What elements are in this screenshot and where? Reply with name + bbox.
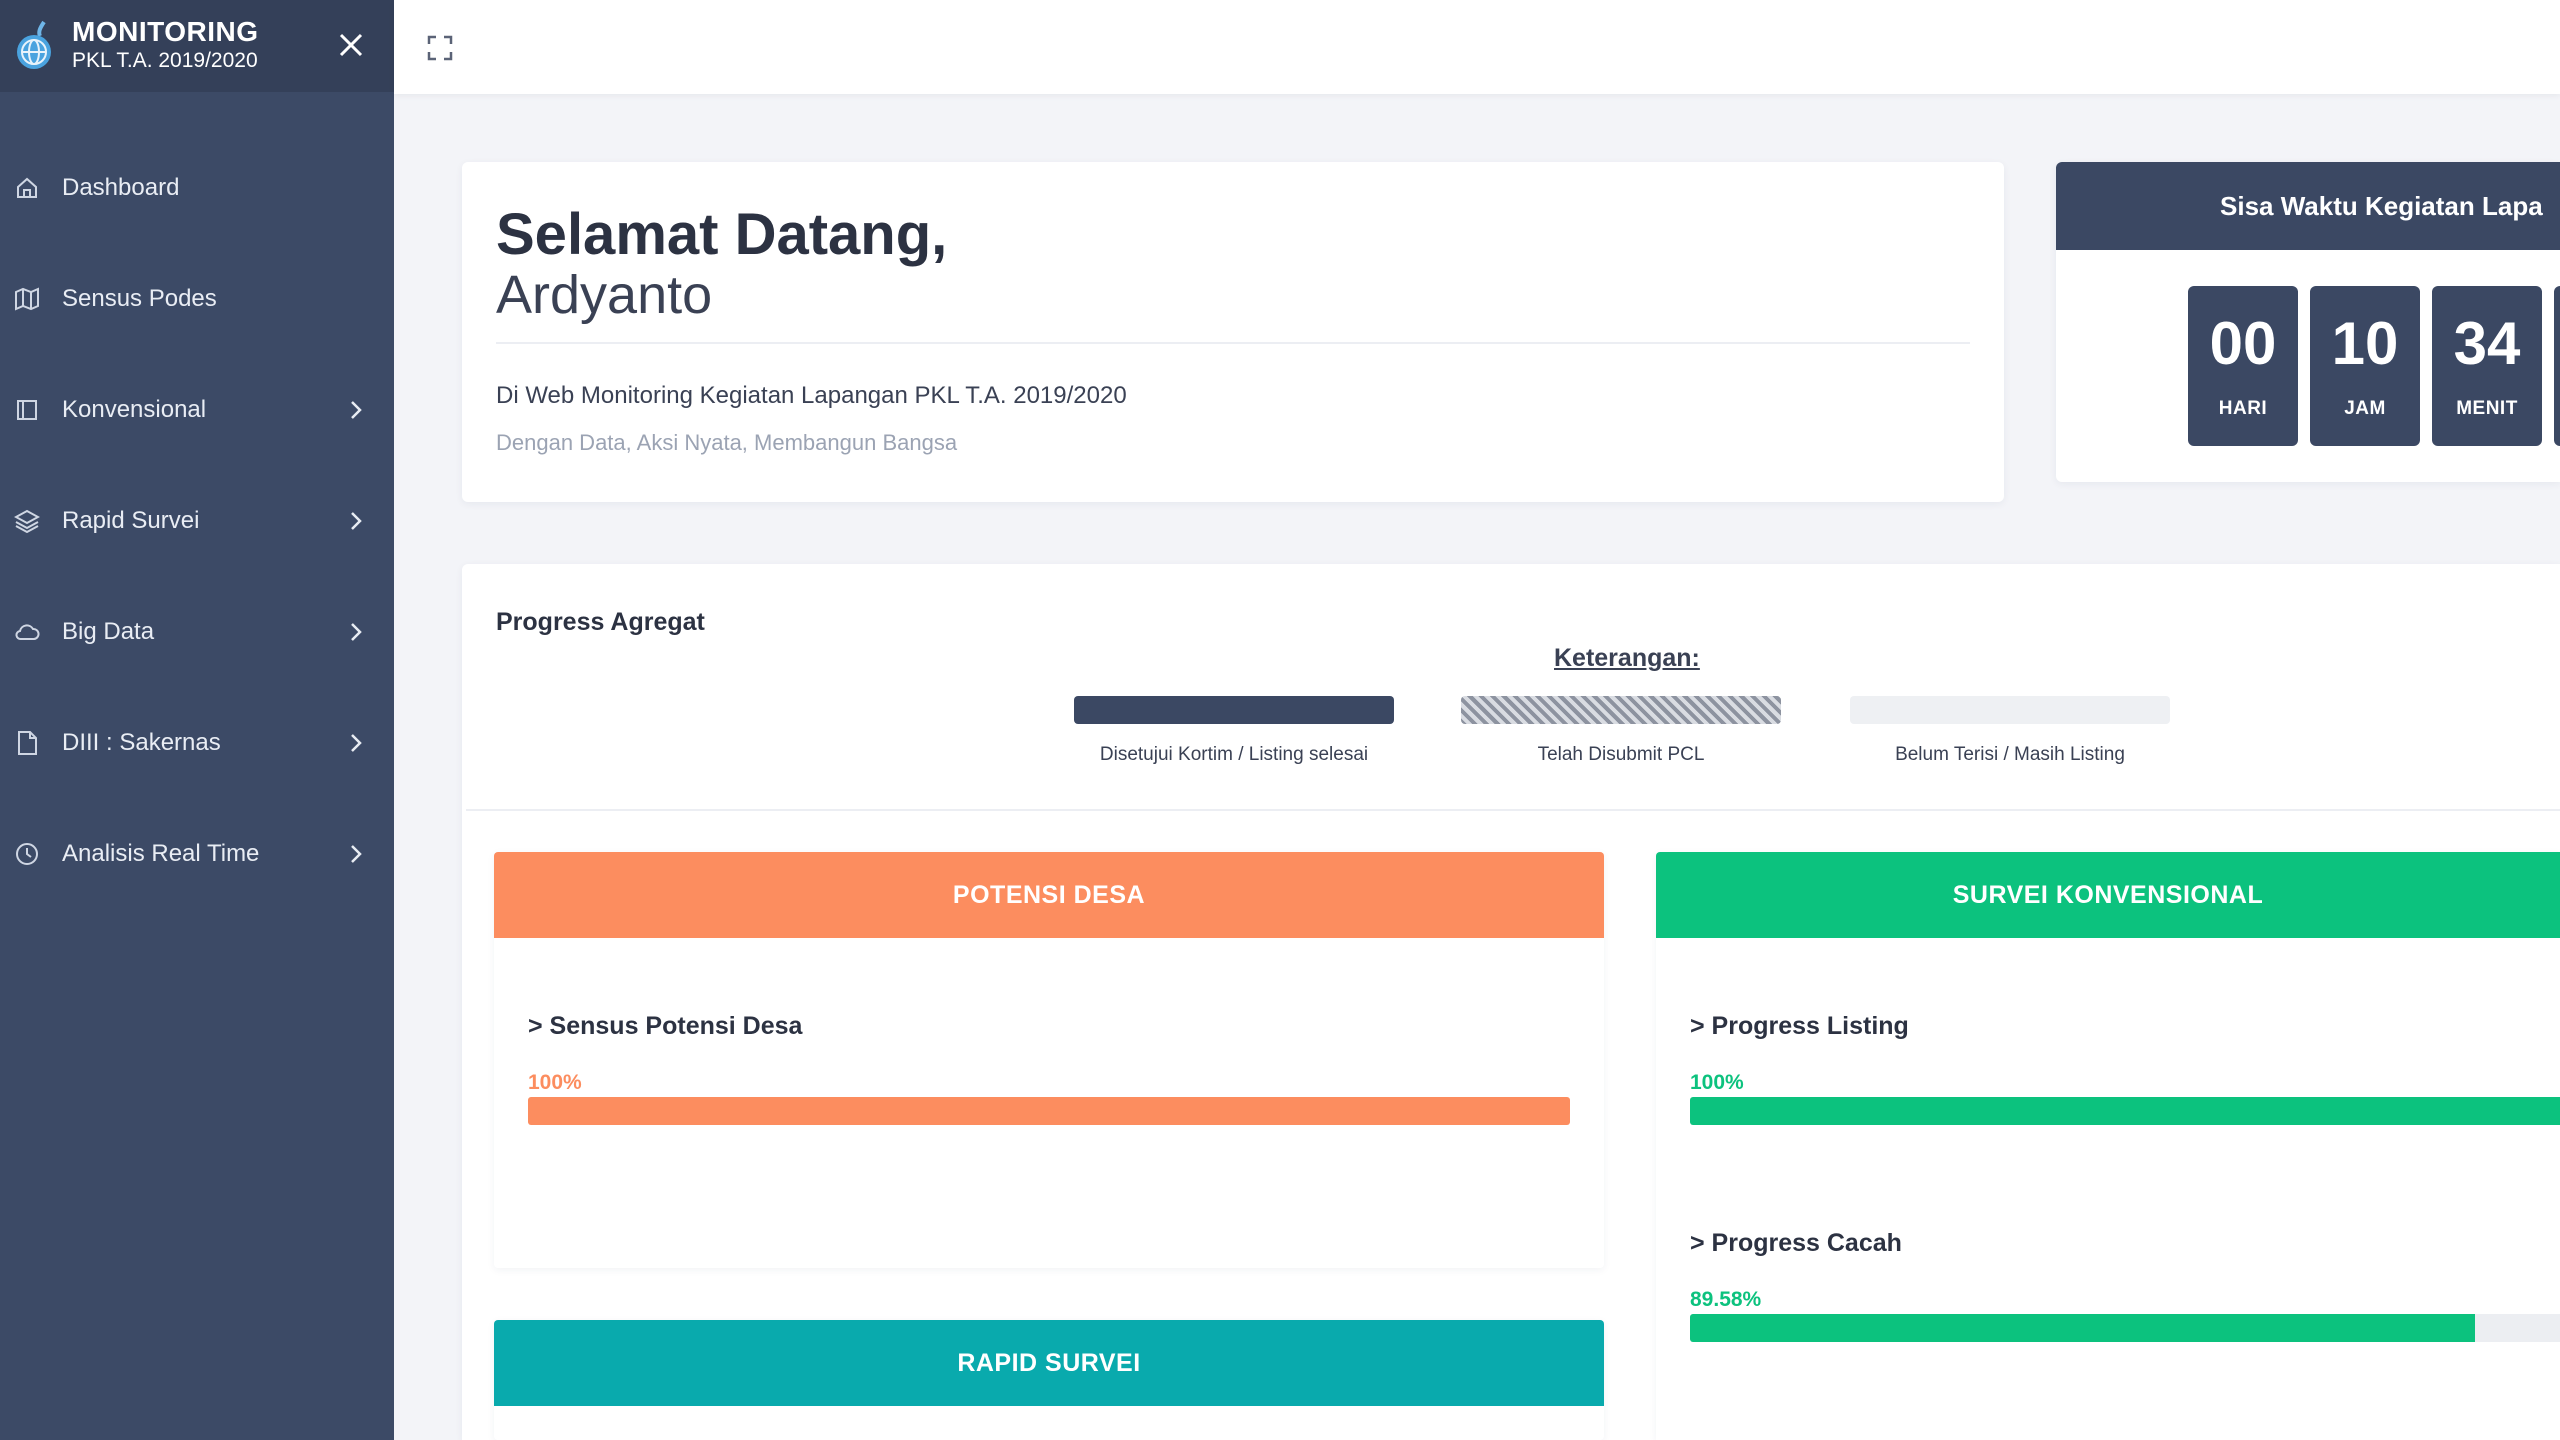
welcome-subtitle: Di Web Monitoring Kegiatan Lapangan PKL …	[496, 382, 1127, 409]
progress-bar	[1690, 1314, 2560, 1342]
countdown-days: 00 HARI	[2188, 286, 2298, 446]
sidebar-item-label: Rapid Survei	[62, 506, 200, 534]
legend-label: Belum Terisi / Masih Listing	[1895, 744, 2125, 765]
progress-percent-label: 89.58%	[1690, 1288, 1762, 1311]
countdown-unit: JAM	[2344, 398, 2386, 419]
welcome-greeting: Selamat Datang,	[496, 202, 948, 267]
countdown-title: Sisa Waktu Kegiatan Lapa	[2056, 162, 2560, 250]
welcome-card: Selamat Datang, Ardyanto Di Web Monitori…	[462, 162, 2004, 502]
legend-swatch	[1461, 696, 1781, 724]
sidebar-item-label: Big Data	[62, 617, 155, 645]
countdown-boxes: 00 HARI 10 JAM 34 MENIT	[2188, 286, 2560, 446]
clock-icon	[14, 841, 40, 867]
sidebar-item-diii-sakernas[interactable]: DIII : Sakernas	[0, 687, 394, 798]
sidebar-item-konvensional[interactable]: Konvensional	[0, 354, 394, 465]
survei-konvensional-panel: SURVEI KONVENSIONAL > Progress Listing 1…	[1656, 852, 2560, 1440]
map-icon	[14, 286, 40, 312]
square-icon	[14, 397, 40, 423]
welcome-tagline: Dengan Data, Aksi Nyata, Membangun Bangs…	[496, 430, 958, 455]
panel-header: POTENSI DESA	[494, 852, 1604, 938]
sidebar-item-dashboard[interactable]: Dashboard	[0, 132, 394, 243]
brand-header: MONITORING PKL T.A. 2019/2020	[0, 0, 394, 92]
progress-title: Progress Agregat	[496, 608, 705, 636]
progress-bar	[1690, 1097, 2560, 1125]
sidebar-item-label: Konvensional	[62, 395, 207, 423]
legend-title: Keterangan:	[1554, 644, 1700, 672]
sidebar-menu: Dashboard Sensus Podes Konvensional Rapi…	[0, 132, 394, 909]
countdown-unit: MENIT	[2456, 398, 2518, 419]
progress-item-title: > Progress Cacah	[1690, 1229, 1902, 1257]
sidebar-item-label: Analisis Real Time	[62, 839, 260, 867]
chevron-right-icon	[348, 840, 364, 868]
brand-title: MONITORING	[72, 16, 259, 47]
countdown-minutes: 34 MENIT	[2432, 286, 2542, 446]
sidebar-item-label: Dashboard	[62, 173, 180, 201]
fullscreen-icon[interactable]	[426, 34, 454, 62]
countdown-card: Sisa Waktu Kegiatan Lapa 00 HARI 10 JAM …	[2056, 162, 2560, 482]
file-icon	[14, 730, 40, 756]
progress-bar-fill	[1690, 1097, 2560, 1125]
legend-label: Telah Disubmit PCL	[1537, 744, 1705, 765]
progress-item-title: > Progress Listing	[1690, 1012, 1909, 1040]
home-icon	[14, 175, 40, 201]
sidebar-item-big-data[interactable]: Big Data	[0, 576, 394, 687]
chevron-right-icon	[348, 729, 364, 757]
legend-item-empty: Belum Terisi / Masih Listing	[1850, 696, 2170, 766]
sidebar-item-sensus-podes[interactable]: Sensus Podes	[0, 243, 394, 354]
progress-item-title: > Sensus Potensi Desa	[528, 1012, 803, 1040]
close-icon	[339, 33, 363, 57]
sidebar-item-label: Sensus Podes	[62, 284, 217, 312]
legend-swatch	[1074, 696, 1394, 724]
progress-bar	[528, 1097, 1570, 1125]
countdown-value: 00	[2209, 310, 2277, 377]
layers-icon	[14, 508, 40, 534]
chevron-right-icon	[348, 396, 364, 424]
chevron-right-icon	[348, 507, 364, 535]
sidebar-item-analisis-real-time[interactable]: Analisis Real Time	[0, 798, 394, 909]
countdown-hours: 10 JAM	[2310, 286, 2420, 446]
sidebar-item-label: DIII : Sakernas	[62, 728, 221, 756]
brand-subtitle: PKL T.A. 2019/2020	[72, 49, 258, 72]
progress-bar-fill	[528, 1097, 1570, 1125]
legend-label: Disetujui Kortim / Listing selesai	[1099, 744, 1369, 765]
countdown-value: 34	[2453, 310, 2521, 377]
countdown-value: 10	[2331, 310, 2399, 377]
cloud-icon	[14, 619, 40, 645]
panel-header: RAPID SURVEI	[494, 1320, 1604, 1406]
divider	[496, 342, 1970, 344]
user-name: Ardyanto	[496, 265, 713, 325]
globe-logo-icon	[14, 18, 60, 74]
progress-bar-fill	[1690, 1314, 2475, 1342]
rapid-survei-panel: RAPID SURVEI	[494, 1320, 1604, 1440]
sidebar-item-rapid-survei[interactable]: Rapid Survei	[0, 465, 394, 576]
legend-item-submitted: Telah Disubmit PCL	[1461, 696, 1781, 766]
close-sidebar-button[interactable]	[334, 28, 368, 62]
top-navbar	[394, 0, 2560, 94]
divider	[466, 809, 2560, 811]
countdown-unit: HARI	[2218, 398, 2268, 419]
progress-percent-label: 100%	[528, 1071, 582, 1094]
countdown-seconds-partial	[2554, 286, 2560, 446]
panel-header: SURVEI KONVENSIONAL	[1656, 852, 2560, 938]
legend-item-approved: Disetujui Kortim / Listing selesai	[1074, 696, 1394, 766]
sidebar: MONITORING PKL T.A. 2019/2020 Dashboard …	[0, 0, 394, 1440]
progress-percent-label: 100%	[1690, 1071, 1744, 1094]
potensi-desa-panel: POTENSI DESA > Sensus Potensi Desa 100%	[494, 852, 1604, 1268]
legend-swatch	[1850, 696, 2170, 724]
chevron-right-icon	[348, 618, 364, 646]
